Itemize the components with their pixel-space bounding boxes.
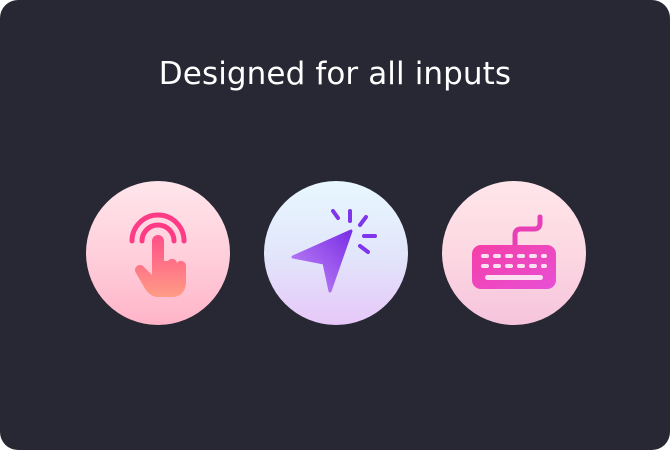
keyboard-icon xyxy=(472,214,556,289)
keyboard-badge xyxy=(442,181,586,325)
pointer-icon xyxy=(291,209,377,293)
input-methods-card: Designed for all inputs xyxy=(0,0,670,450)
heading: Designed for all inputs xyxy=(158,56,512,92)
touch-badge xyxy=(86,181,230,325)
touch-icon xyxy=(129,212,187,297)
pointer-badge xyxy=(264,181,408,325)
